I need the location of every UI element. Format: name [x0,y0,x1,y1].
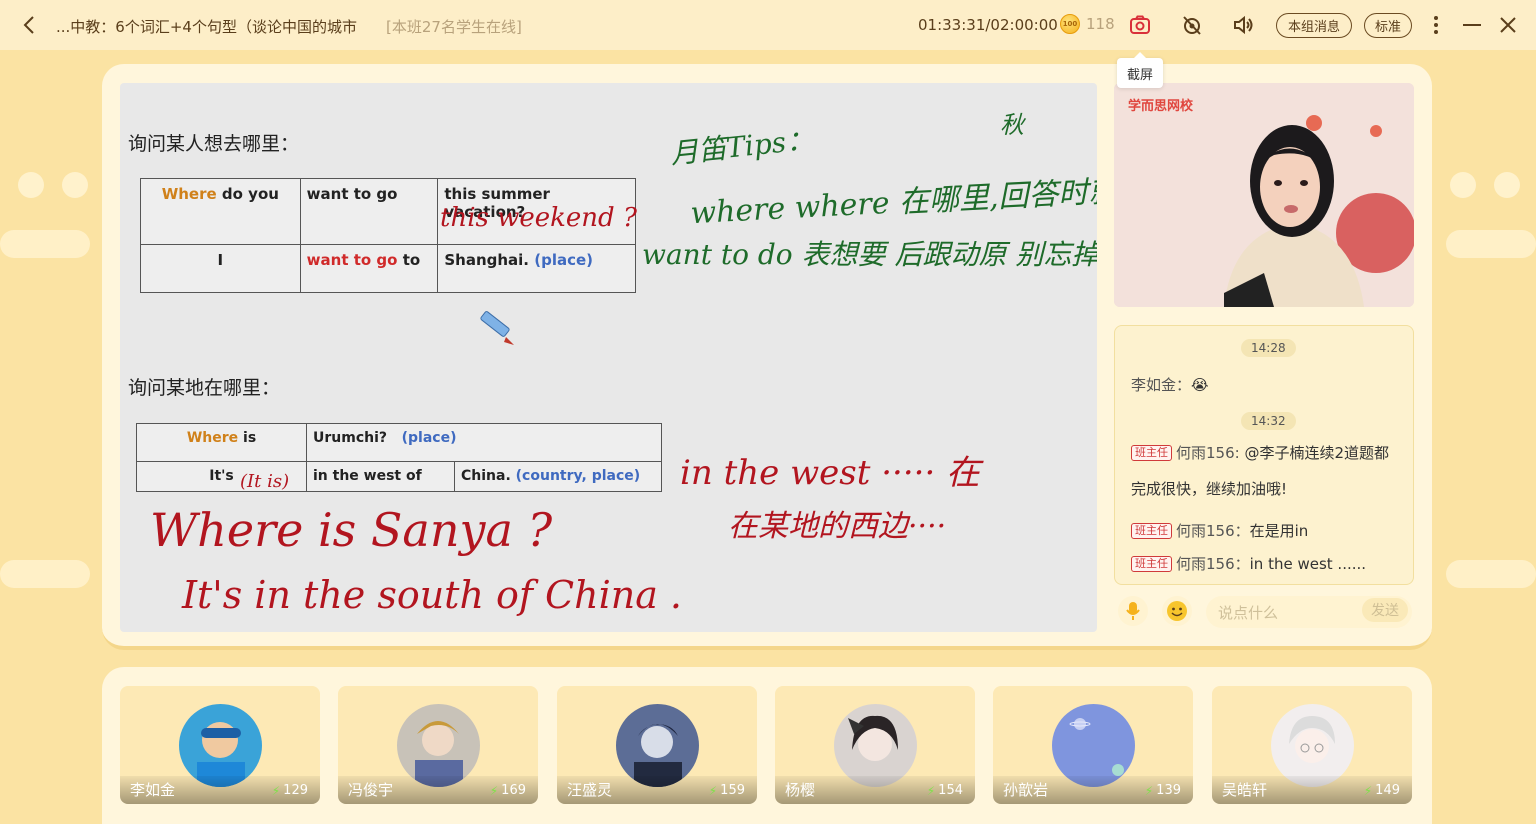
avatar [179,704,262,787]
student-score: ⚡ 169 [489,783,526,798]
sentence-table-2: Where is Urumchi? (place) It's in the we… [136,423,662,492]
avatar [1052,704,1135,787]
bolt-icon: ⚡ [1363,783,1373,798]
whiteboard[interactable]: 询问某人想去哪里： Where do you want to go this s… [120,83,1097,632]
pencil-icon [480,311,514,345]
student-score: ⚡ 149 [1363,783,1400,798]
chat-message: 班主任 何雨156：在是用in [1131,520,1308,541]
handwriting-west: in the west ····· 在 [680,453,981,493]
student-name: 冯俊宇 [348,781,394,799]
handwriting-west-cn: 在某地的西边···· [728,509,947,544]
student-score: ⚡ 129 [271,783,308,798]
heading-where-is: 询问某地在哪里： [128,377,281,399]
speaker-icon[interactable] [1231,12,1257,38]
student-card[interactable]: 冯俊宇 ⚡ 169 [338,686,538,804]
student-card[interactable]: 吴皓轩 ⚡ 149 [1212,686,1412,804]
student-score: ⚡ 154 [926,783,963,798]
student-card[interactable]: 李如金 ⚡ 129 [120,686,320,804]
student-score: ⚡ 159 [708,783,745,798]
camera-off-icon[interactable] [1179,12,1205,38]
minimize-icon[interactable] [1459,12,1485,38]
more-icon[interactable] [1423,12,1449,38]
top-bar: ...中教：6个词汇+4个句型（谈论中国的城市 [本班27名学生在线] 01:3… [0,0,1536,50]
camera-icon[interactable] [1127,12,1153,38]
teacher-tag: 班主任 [1131,556,1172,572]
student-name: 李如金 [130,781,176,799]
coin-icon: 100 [1060,14,1080,34]
avatar [1271,704,1354,787]
handwriting-tips: 月笛Tips： [668,122,816,171]
handwriting-autumn: 秋 [1000,111,1024,139]
student-name: 汪盛灵 [567,781,613,799]
back-icon[interactable] [16,12,42,38]
student-card[interactable]: 杨樱 ⚡ 154 [775,686,975,804]
chat-panel[interactable]: 14:28 李如金：😭 14:32 班主任 何雨156: @李子楠连续2道题都 完… [1114,325,1414,585]
send-button[interactable]: 发送 [1362,598,1408,622]
coin-balance: 100 118 [1060,14,1115,34]
handwriting-it-is: (It is) [240,471,290,492]
class-timer: 01:33:31/02:00:00 [918,16,1058,34]
teacher-portrait [1114,83,1414,307]
handwriting-question: Where is Sanya ? [150,503,553,557]
chat-message-continued: 完成很快，继续加油哦! [1131,480,1288,498]
chat-message: 李如金：😭 [1131,376,1209,394]
sentence-table-1: Where do you want to go this summer vaca… [140,178,636,293]
student-score: ⚡ 139 [1144,783,1181,798]
handwriting-weekend: this weekend ? [440,203,637,233]
student-card[interactable]: 汪盛灵 ⚡ 159 [557,686,757,804]
heading-where-want-to-go: 询问某人想去哪里： [128,133,300,155]
student-name: 吴皓轩 [1222,781,1268,799]
lesson-title: ...中教：6个词汇+4个句型（谈论中国的城市 [56,18,357,36]
teacher-video[interactable]: 学而思网校 [1114,83,1414,307]
coin-count: 118 [1086,15,1115,33]
online-count: [本班27名学生在线] [386,18,522,36]
group-message-button[interactable]: 本组消息 [1276,13,1352,38]
quality-button[interactable]: 标准 [1364,13,1412,38]
microphone-icon[interactable] [1118,596,1148,626]
student-card[interactable]: 孙歆岩 ⚡ 139 [993,686,1193,804]
handwriting-green-line1: where where 在哪里,回答时就 [689,173,1097,232]
student-name: 孙歆岩 [1003,781,1049,799]
chat-input-row: 说点什么 发送 [1114,594,1414,630]
close-icon[interactable] [1495,12,1521,38]
bolt-icon: ⚡ [708,783,718,798]
teacher-tag: 班主任 [1131,445,1172,461]
chat-timestamp: 14:32 [1241,412,1296,430]
bolt-icon: ⚡ [926,783,936,798]
chat-timestamp: 14:28 [1241,339,1296,357]
bolt-icon: ⚡ [1144,783,1154,798]
crying-emoji-icon: 😭 [1191,376,1209,394]
student-name: 杨樱 [785,781,816,799]
screenshot-tooltip: 截屏 [1117,52,1163,88]
avatar [397,704,480,787]
avatar [616,704,699,787]
chat-message: 班主任 何雨156：in the west ...... [1131,553,1366,574]
bolt-icon: ⚡ [489,783,499,798]
chat-message: 班主任 何雨156: @李子楠连续2道题都 [1131,442,1389,463]
handwriting-answer: It's in the south of China . [182,573,683,617]
teacher-tag: 班主任 [1131,523,1172,539]
brand-logo: 学而思网校 [1128,99,1194,114]
emoji-icon[interactable] [1162,596,1192,626]
bolt-icon: ⚡ [271,783,281,798]
avatar [834,704,917,787]
handwriting-green-line2: want to do 表想要 后跟动原 别忘掉 [642,238,1097,271]
